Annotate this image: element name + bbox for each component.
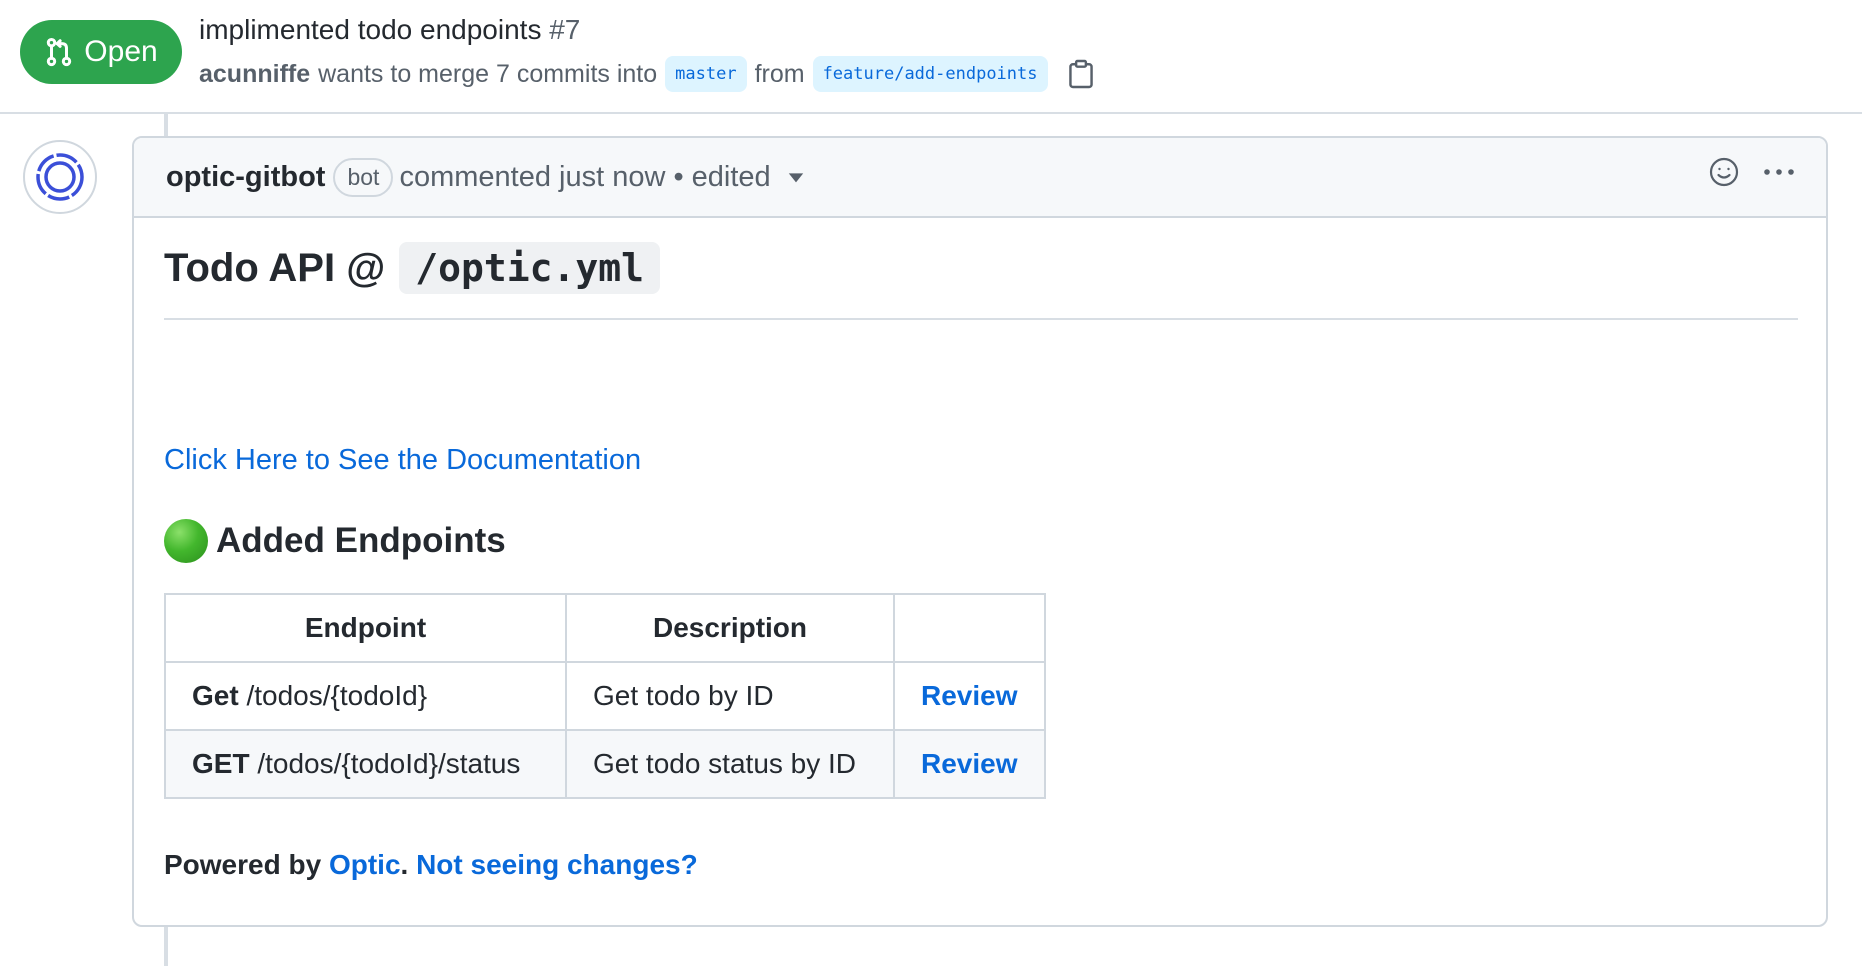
http-method: GET [192, 748, 250, 779]
table-row: Get /todos/{todoId} Get todo by ID Revie… [164, 661, 1046, 731]
table-header-row: Endpoint Description [164, 593, 1046, 663]
table-row: GET /todos/{todoId}/status Get todo stat… [164, 729, 1046, 799]
pr-author-link[interactable]: acunniffe [199, 60, 310, 89]
pr-state-label: Open [84, 35, 158, 68]
not-seeing-changes-link[interactable]: Not seeing changes? [416, 849, 698, 880]
comment-body: Todo API @ /optic.yml Click Here to See … [164, 218, 1798, 881]
head-branch-link[interactable]: feature/add-endpoints [812, 56, 1048, 92]
section-title: Added Endpoints [216, 521, 506, 560]
powered-by-footer: Powered by Optic. Not seeing changes? [164, 849, 1798, 881]
pr-title: implimented todo endpoints #7 [199, 14, 580, 46]
pr-title-text: implimented todo endpoints [199, 14, 542, 45]
pr-header: Open implimented todo endpoints #7 acunn… [0, 0, 1862, 114]
avatar[interactable] [23, 140, 97, 214]
clipboard-icon[interactable] [1068, 59, 1094, 89]
endpoint-cell: Get /todos/{todoId} [164, 661, 567, 731]
endpoint-path: /todos/{todoId}/status [257, 748, 521, 779]
comment-author-link[interactable]: optic-gitbot [166, 161, 325, 194]
column-header-description: Description [565, 593, 895, 663]
action-cell: Review [893, 729, 1046, 799]
review-link[interactable]: Review [921, 748, 1018, 779]
documentation-link[interactable]: Click Here to See the Documentation [164, 444, 1798, 477]
pr-merge-text: wants to merge 7 commits into [318, 59, 658, 88]
pr-state-badge: Open [20, 20, 182, 84]
description-cell: Get todo status by ID [565, 729, 895, 799]
git-pull-request-icon [47, 37, 72, 67]
added-endpoints-heading: Added Endpoints [164, 519, 1798, 563]
pr-number: #7 [549, 14, 581, 45]
description-cell: Get todo by ID [565, 661, 895, 731]
pr-from-text: from [754, 59, 805, 88]
heading-code: /optic.yml [399, 242, 660, 294]
powered-by-text: Powered by [164, 849, 322, 880]
optic-link[interactable]: Optic [329, 849, 401, 880]
column-header-endpoint: Endpoint [164, 593, 567, 663]
endpoint-path: /todos/{todoId} [246, 680, 428, 711]
comment-actions [1708, 156, 1796, 188]
footer-period: . [400, 849, 409, 880]
triangle-down-icon[interactable] [787, 168, 805, 186]
pr-meta: acunniffe wants to merge 7 commits into … [199, 54, 1094, 94]
smiley-icon[interactable] [1708, 156, 1740, 188]
base-branch-link[interactable]: master [665, 56, 747, 92]
review-link[interactable]: Review [921, 680, 1018, 711]
comment-meta[interactable]: commented just now • edited [399, 161, 770, 194]
optic-logo-icon [36, 153, 84, 201]
heading-text: Todo API @ [164, 246, 386, 290]
comment-header: optic-gitbot bot commented just now • ed… [134, 138, 1826, 218]
column-header-action [893, 593, 1046, 663]
action-cell: Review [893, 661, 1046, 731]
endpoint-cell: GET /todos/{todoId}/status [164, 729, 567, 799]
green-circle-icon [164, 519, 208, 563]
comment-heading: Todo API @ /optic.yml [164, 242, 1798, 320]
http-method: Get [192, 680, 239, 711]
comment-box: optic-gitbot bot commented just now • ed… [132, 136, 1828, 927]
endpoints-table: Endpoint Description Get /todos/{todoId}… [164, 593, 1046, 799]
kebab-horizontal-icon[interactable] [1762, 156, 1796, 188]
bot-label: bot [333, 157, 394, 197]
